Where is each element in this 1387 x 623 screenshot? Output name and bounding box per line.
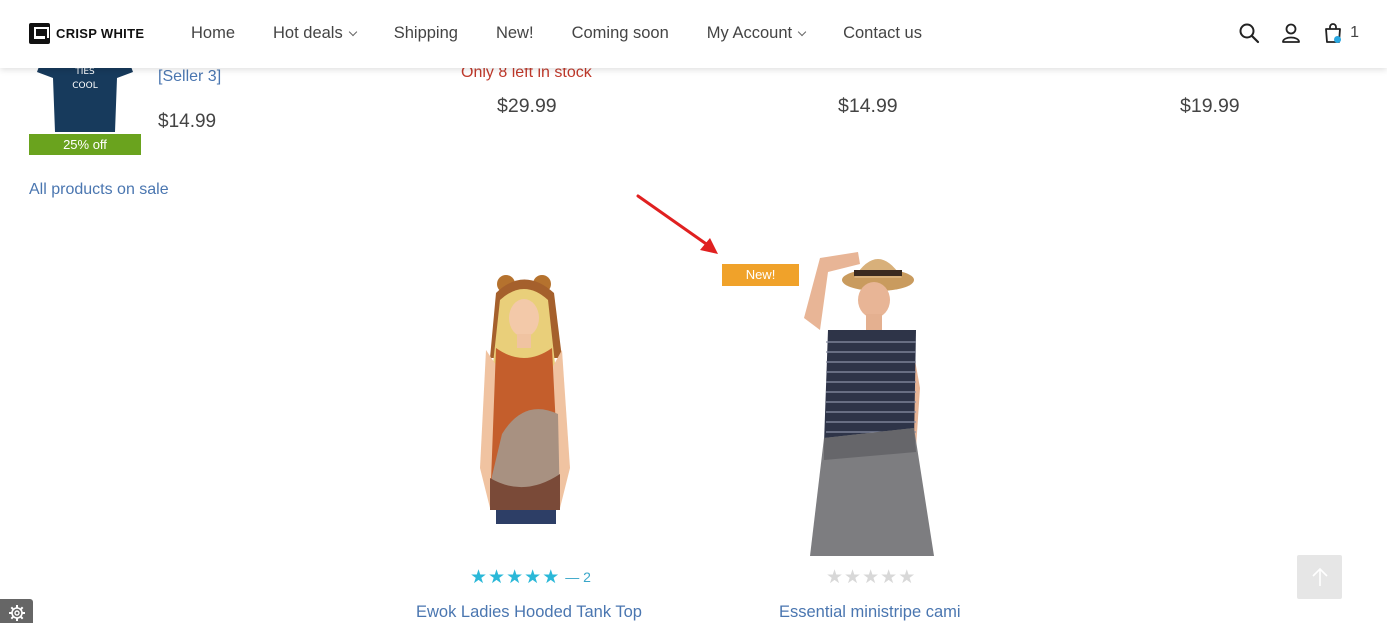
user-icon[interactable]	[1280, 22, 1302, 44]
sale-badge: 25% off	[29, 134, 141, 155]
seller-link[interactable]: [Seller 3]	[158, 68, 221, 86]
arrow-up-icon	[1311, 567, 1328, 586]
svg-text:COOL: COOL	[72, 81, 97, 91]
back-to-top-button[interactable]	[1297, 555, 1342, 599]
product-price: $19.99	[1180, 95, 1240, 117]
star-filled-icon: ★	[524, 566, 542, 588]
header-actions: 1	[1238, 22, 1359, 44]
nav-my-account[interactable]: My Account	[707, 24, 807, 43]
gear-icon	[8, 605, 25, 621]
brand-logo[interactable]: CRISP WHITE	[29, 23, 144, 44]
svg-text:TIES: TIES	[74, 67, 95, 77]
star-filled-icon: ★	[488, 566, 506, 588]
all-products-on-sale-link[interactable]: All products on sale	[29, 181, 169, 199]
product-photo	[440, 238, 620, 538]
product-rating[interactable]: ★ ★ ★ ★ ★ — 2	[470, 568, 591, 587]
star-empty-icon: ★	[880, 566, 898, 588]
product-name-link[interactable]: Essential ministripe cami	[779, 603, 961, 622]
nav-coming-soon[interactable]: Coming soon	[572, 24, 669, 43]
product-name-link[interactable]: Ewok Ladies Hooded Tank Top	[416, 603, 642, 622]
main-nav: Home Hot deals Shipping New! Coming soon…	[191, 24, 960, 43]
search-icon[interactable]	[1238, 22, 1260, 44]
annotation-arrow	[636, 194, 718, 254]
nav-hot-deals[interactable]: Hot deals	[273, 24, 357, 43]
cart-count[interactable]: 1	[1350, 24, 1359, 42]
star-filled-icon: ★	[542, 566, 560, 588]
star-empty-icon: ★	[826, 566, 844, 588]
chevron-down-icon	[348, 27, 357, 37]
product-rating: ★ ★ ★ ★ ★	[826, 568, 915, 587]
star-filled-icon: ★	[506, 566, 524, 588]
star-empty-icon: ★	[844, 566, 862, 588]
settings-button[interactable]	[0, 599, 33, 623]
nav-new[interactable]: New!	[496, 24, 534, 43]
star-empty-icon: ★	[862, 566, 880, 588]
nav-shipping[interactable]: Shipping	[394, 24, 458, 43]
site-header: CRISP WHITE Home Hot deals Shipping New!…	[0, 0, 1387, 68]
new-badge: New!	[722, 264, 799, 286]
brand-name: CRISP WHITE	[56, 26, 145, 41]
product-price: $14.99	[838, 95, 898, 117]
star-empty-icon: ★	[898, 566, 916, 588]
chevron-down-icon	[797, 27, 807, 37]
nav-home[interactable]: Home	[191, 24, 235, 43]
star-filled-icon: ★	[470, 566, 488, 588]
review-count[interactable]: — 2	[565, 568, 591, 587]
product-price: $29.99	[497, 95, 557, 117]
shopping-bag-icon[interactable]	[1322, 22, 1344, 44]
product-image-ewok[interactable]	[440, 238, 620, 538]
logo-mark-icon	[29, 23, 50, 44]
nav-contact-us[interactable]: Contact us	[843, 24, 922, 43]
sale-product-price: $14.99	[158, 111, 217, 132]
